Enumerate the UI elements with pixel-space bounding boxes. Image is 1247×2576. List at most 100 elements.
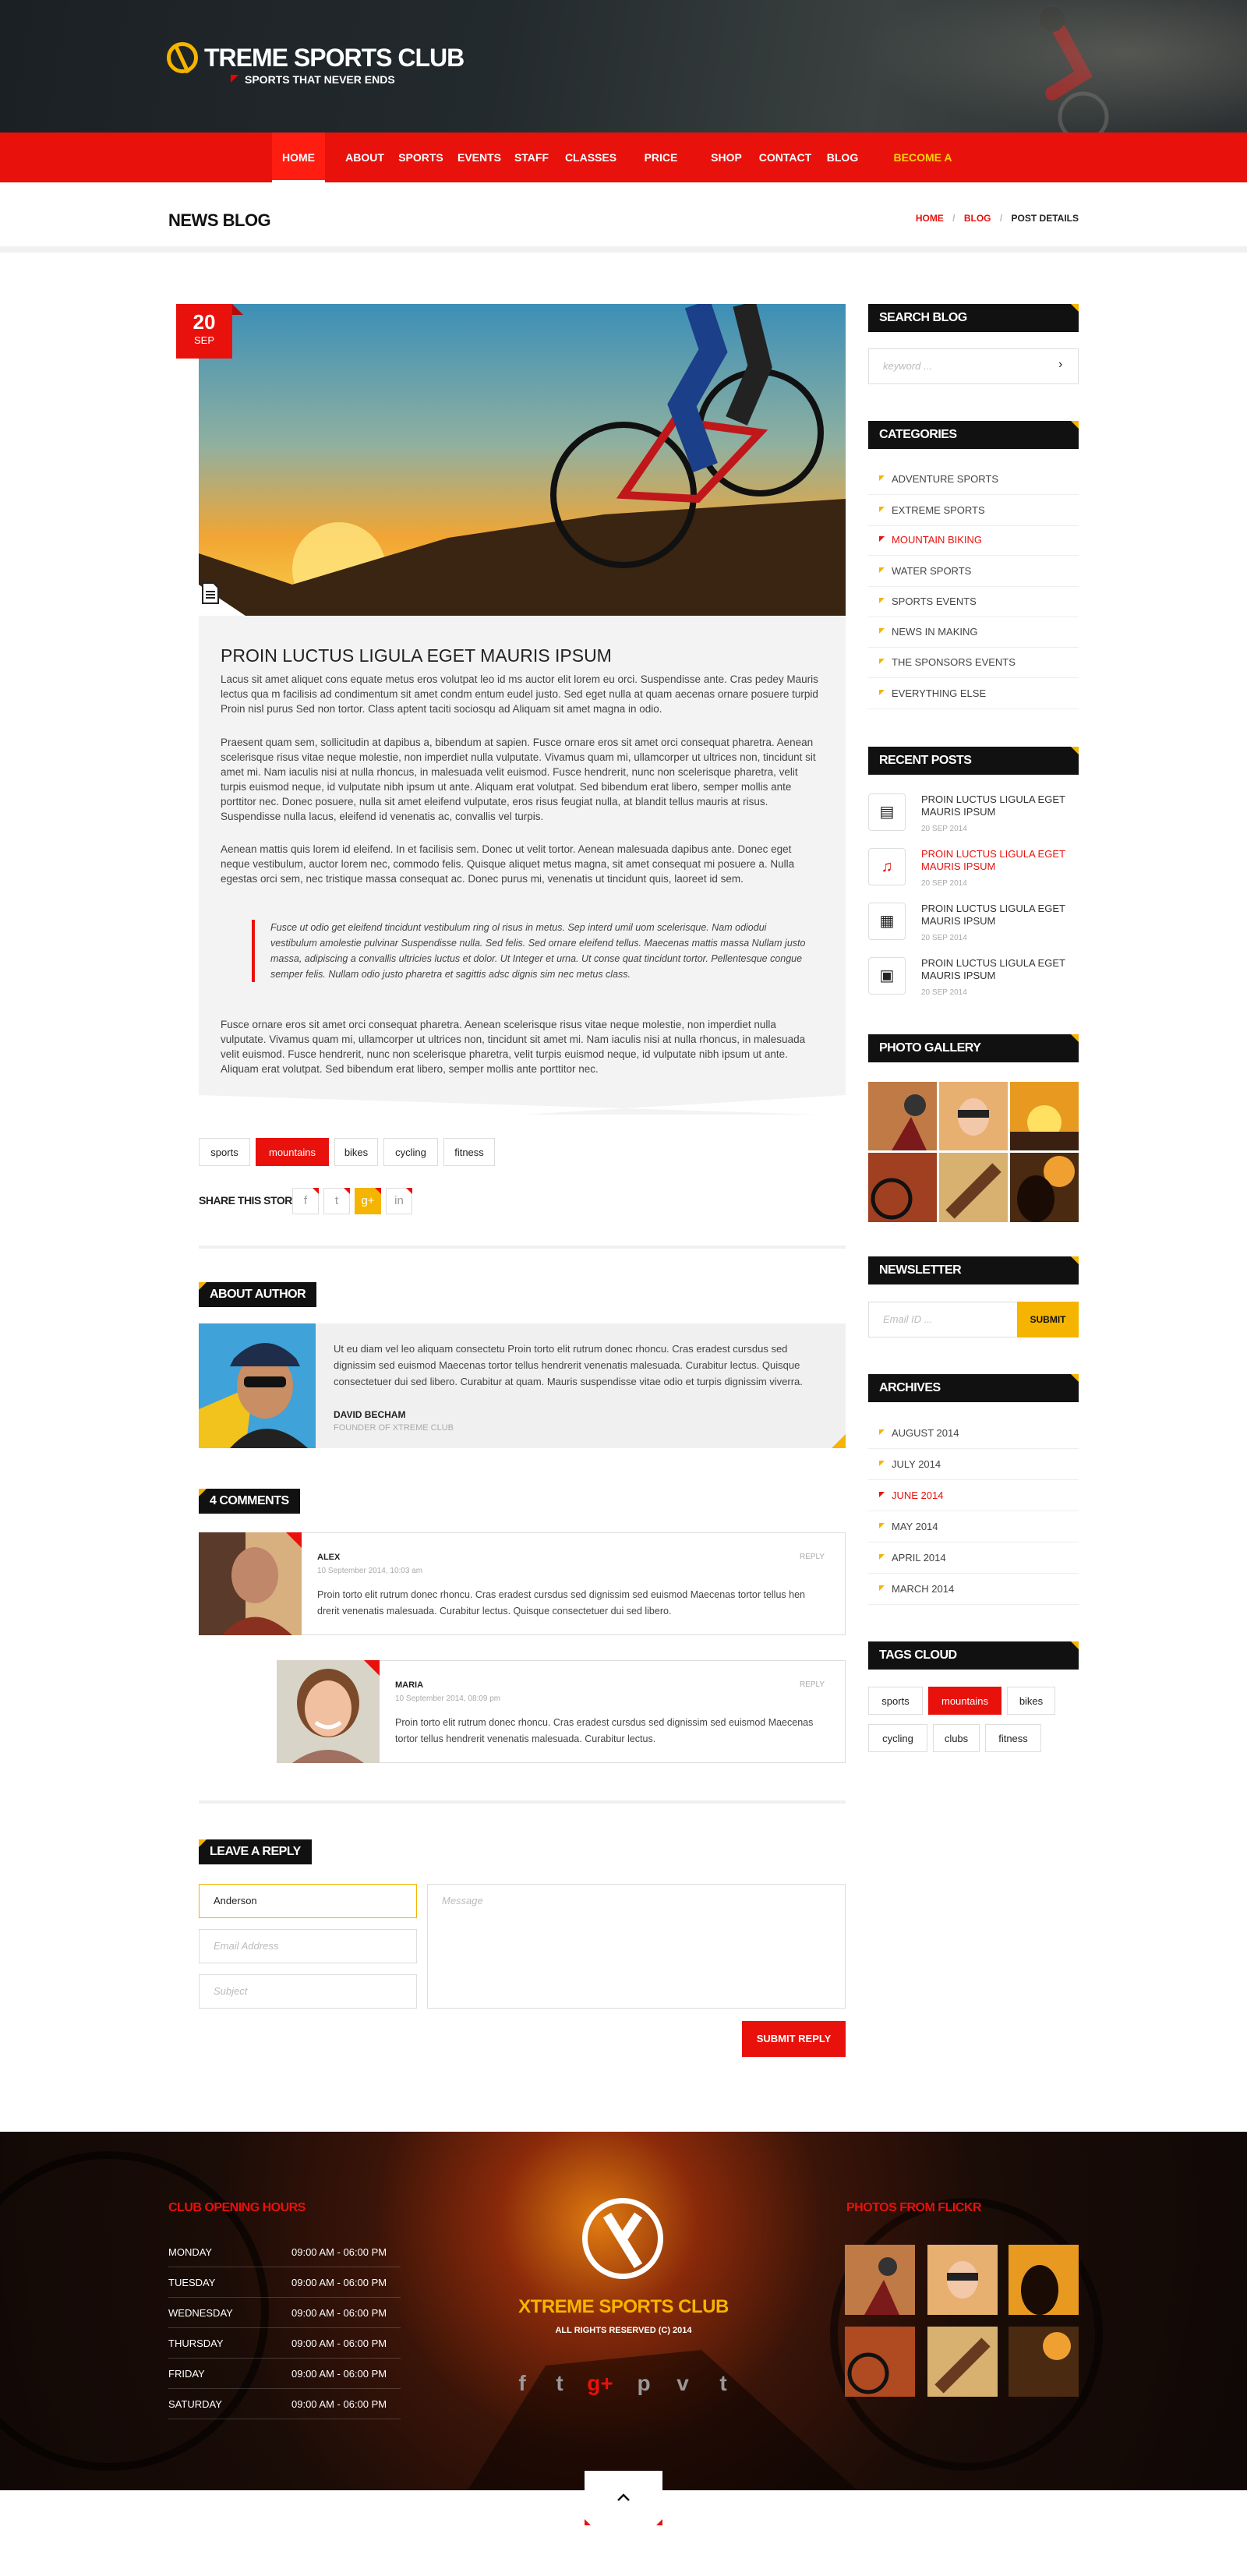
recent-post[interactable]: ▤ PROIN LUCTUS LIGULA EGET MAURIS IPSUM … [868,793,1079,848]
logo-icon[interactable] [167,42,198,73]
vimeo-icon[interactable]: v [669,2369,697,2398]
recent-post[interactable]: ▦ PROIN LUCTUS LIGULA EGET MAURIS IPSUM … [868,903,1079,957]
back-to-top-button[interactable] [585,2471,662,2525]
category-item-active[interactable]: MOUNTAIN BIKING [868,525,1079,556]
nav-shop[interactable]: SHOP [707,133,746,182]
sidebar-tag[interactable]: sports [868,1687,923,1715]
category-item[interactable]: NEWS IN MAKING [868,617,1079,648]
name-field[interactable]: Anderson [199,1884,417,1918]
recent-post-title[interactable]: PROIN LUCTUS LIGULA EGET MAURIS IPSUM [921,793,1077,818]
photo-gallery-grid[interactable] [868,1082,1079,1222]
breadcrumb-blog[interactable]: BLOG [964,213,991,224]
facebook-icon[interactable]: f [508,2369,536,2398]
post-tag[interactable]: fitness [443,1138,495,1166]
post-body-torn-edge [199,1095,846,1115]
flickr-photo[interactable] [927,2327,998,2397]
nav-staff[interactable]: STAFF [512,133,551,182]
comment-reply-link[interactable]: REPLY [800,1680,825,1689]
comment-reply-link[interactable]: REPLY [800,1553,825,1561]
nav-about[interactable]: ABOUT [340,133,390,182]
post-tag[interactable]: cycling [383,1138,438,1166]
divider [199,1800,846,1804]
search-input[interactable]: keyword ... [868,348,1079,384]
archive-item[interactable]: MAY 2014 [868,1511,1079,1542]
sidebar-tag[interactable]: clubs [933,1724,980,1752]
facebook-icon[interactable]: f [292,1188,319,1214]
sidebar-tag[interactable]: fitness [985,1724,1041,1752]
archives-heading: ARCHIVES [868,1374,1079,1402]
nav-classes[interactable]: CLASSES [560,133,622,182]
newsletter-heading: NEWSLETTER [868,1256,1079,1284]
pinterest-icon[interactable]: p [630,2369,658,2398]
newsletter-email-input[interactable]: Email ID ... [868,1302,1019,1337]
twitter-icon[interactable]: t [546,2369,574,2398]
comment-author: ALEX [317,1553,341,1562]
tumblr-icon[interactable]: t [709,2369,737,2398]
recent-post[interactable]: ♫ PROIN LUCTUS LIGULA EGET MAURIS IPSUM … [868,848,1079,903]
nav-become-member[interactable]: BECOME A MEMBER [868,133,977,214]
hours-time: 09:00 AM - 06:00 PM [291,2398,387,2410]
email-field[interactable]: Email Address [199,1929,417,1963]
nav-events[interactable]: EVENTS [451,133,507,182]
nav-home[interactable]: HOME [272,133,325,184]
post-featured-image[interactable] [199,304,846,616]
nav-contact[interactable]: CONTACT [756,133,814,182]
category-item[interactable]: WATER SPORTS [868,556,1079,587]
flickr-photo[interactable] [1009,2245,1079,2315]
subject-field[interactable]: Subject [199,1974,417,2009]
twitter-icon[interactable]: t [323,1188,350,1214]
nav-sports[interactable]: SPORTS [396,133,446,182]
flickr-photo[interactable] [927,2245,998,2315]
hours-time: 09:00 AM - 06:00 PM [291,2277,387,2288]
footer-logo-icon[interactable] [582,2198,663,2279]
nav-blog[interactable]: BLOG [822,133,863,182]
newsletter-submit-button[interactable]: SUBMIT [1017,1302,1079,1337]
google-plus-icon[interactable]: g+ [355,1188,381,1214]
category-item[interactable]: EXTREME SPORTS [868,495,1079,526]
nav-price-plans[interactable]: PRICE PLANS [626,133,696,214]
archive-item[interactable]: APRIL 2014 [868,1542,1079,1574]
document-icon [202,582,219,604]
photo-gallery-heading: PHOTO GALLERY [868,1034,1079,1062]
archive-item[interactable]: AUGUST 2014 [868,1418,1079,1449]
category-item[interactable]: THE SPONSORS EVENTS [868,647,1079,678]
category-item[interactable]: SPORTS EVENTS [868,586,1079,617]
archive-item[interactable]: JULY 2014 [868,1449,1079,1480]
hours-day: THURSDAY [168,2337,224,2349]
hours-time: 09:00 AM - 06:00 PM [291,2307,387,2319]
hours-time: 09:00 AM - 06:00 PM [291,2337,387,2349]
recent-post-title[interactable]: PROIN LUCTUS LIGULA EGET MAURIS IPSUM [921,903,1077,928]
leave-reply-heading: LEAVE A REPLY [199,1839,312,1864]
hours-row: SATURDAY 09:00 AM - 06:00 PM [168,2389,401,2419]
sidebar-tag[interactable]: bikes [1007,1687,1055,1715]
post-tag[interactable]: sports [199,1138,250,1166]
opening-hours-heading: CLUB OPENING HOURS [168,2201,306,2214]
flickr-photo[interactable] [1009,2327,1079,2397]
post-tag[interactable]: bikes [334,1138,378,1166]
recent-post[interactable]: ▣ PROIN LUCTUS LIGULA EGET MAURIS IPSUM … [868,957,1079,1012]
hours-time: 09:00 AM - 06:00 PM [291,2246,387,2258]
breadcrumb-home[interactable]: HOME [916,213,944,224]
sidebar-tag[interactable]: cycling [868,1724,927,1752]
recent-post-date: 20 SEP 2014 [921,879,967,888]
recent-post-title[interactable]: PROIN LUCTUS LIGULA EGET MAURIS IPSUM [921,848,1077,873]
linkedin-icon[interactable]: in [386,1188,412,1214]
hours-day: MONDAY [168,2246,213,2258]
post-tag-active[interactable]: mountains [256,1138,329,1166]
brand-title[interactable]: TREME SPORTS CLUB [204,44,465,72]
archive-item-active[interactable]: JUNE 2014 [868,1480,1079,1511]
hours-row: FRIDAY 09:00 AM - 06:00 PM [168,2359,401,2389]
message-field[interactable]: Message [427,1884,846,2009]
category-item[interactable]: ADVENTURE SPORTS [868,464,1079,495]
flickr-photo[interactable] [845,2327,915,2397]
category-item[interactable]: EVERYTHING ELSE [868,678,1079,709]
main-nav: HOME ABOUT SPORTS EVENTS STAFF CLASSES P… [0,133,1247,214]
google-plus-icon[interactable]: g+ [586,2369,614,2398]
sidebar-tag-active[interactable]: mountains [928,1687,1001,1715]
post-paragraph: Fusce ornare eros sit amet orci consequa… [221,1019,806,1075]
submit-reply-button[interactable]: SUBMIT REPLY [742,2021,846,2057]
flickr-photo[interactable] [845,2245,915,2315]
recent-post-title[interactable]: PROIN LUCTUS LIGULA EGET MAURIS IPSUM [921,957,1077,982]
archive-item[interactable]: MARCH 2014 [868,1574,1079,1605]
chevron-right-icon[interactable]: › [1058,358,1062,372]
